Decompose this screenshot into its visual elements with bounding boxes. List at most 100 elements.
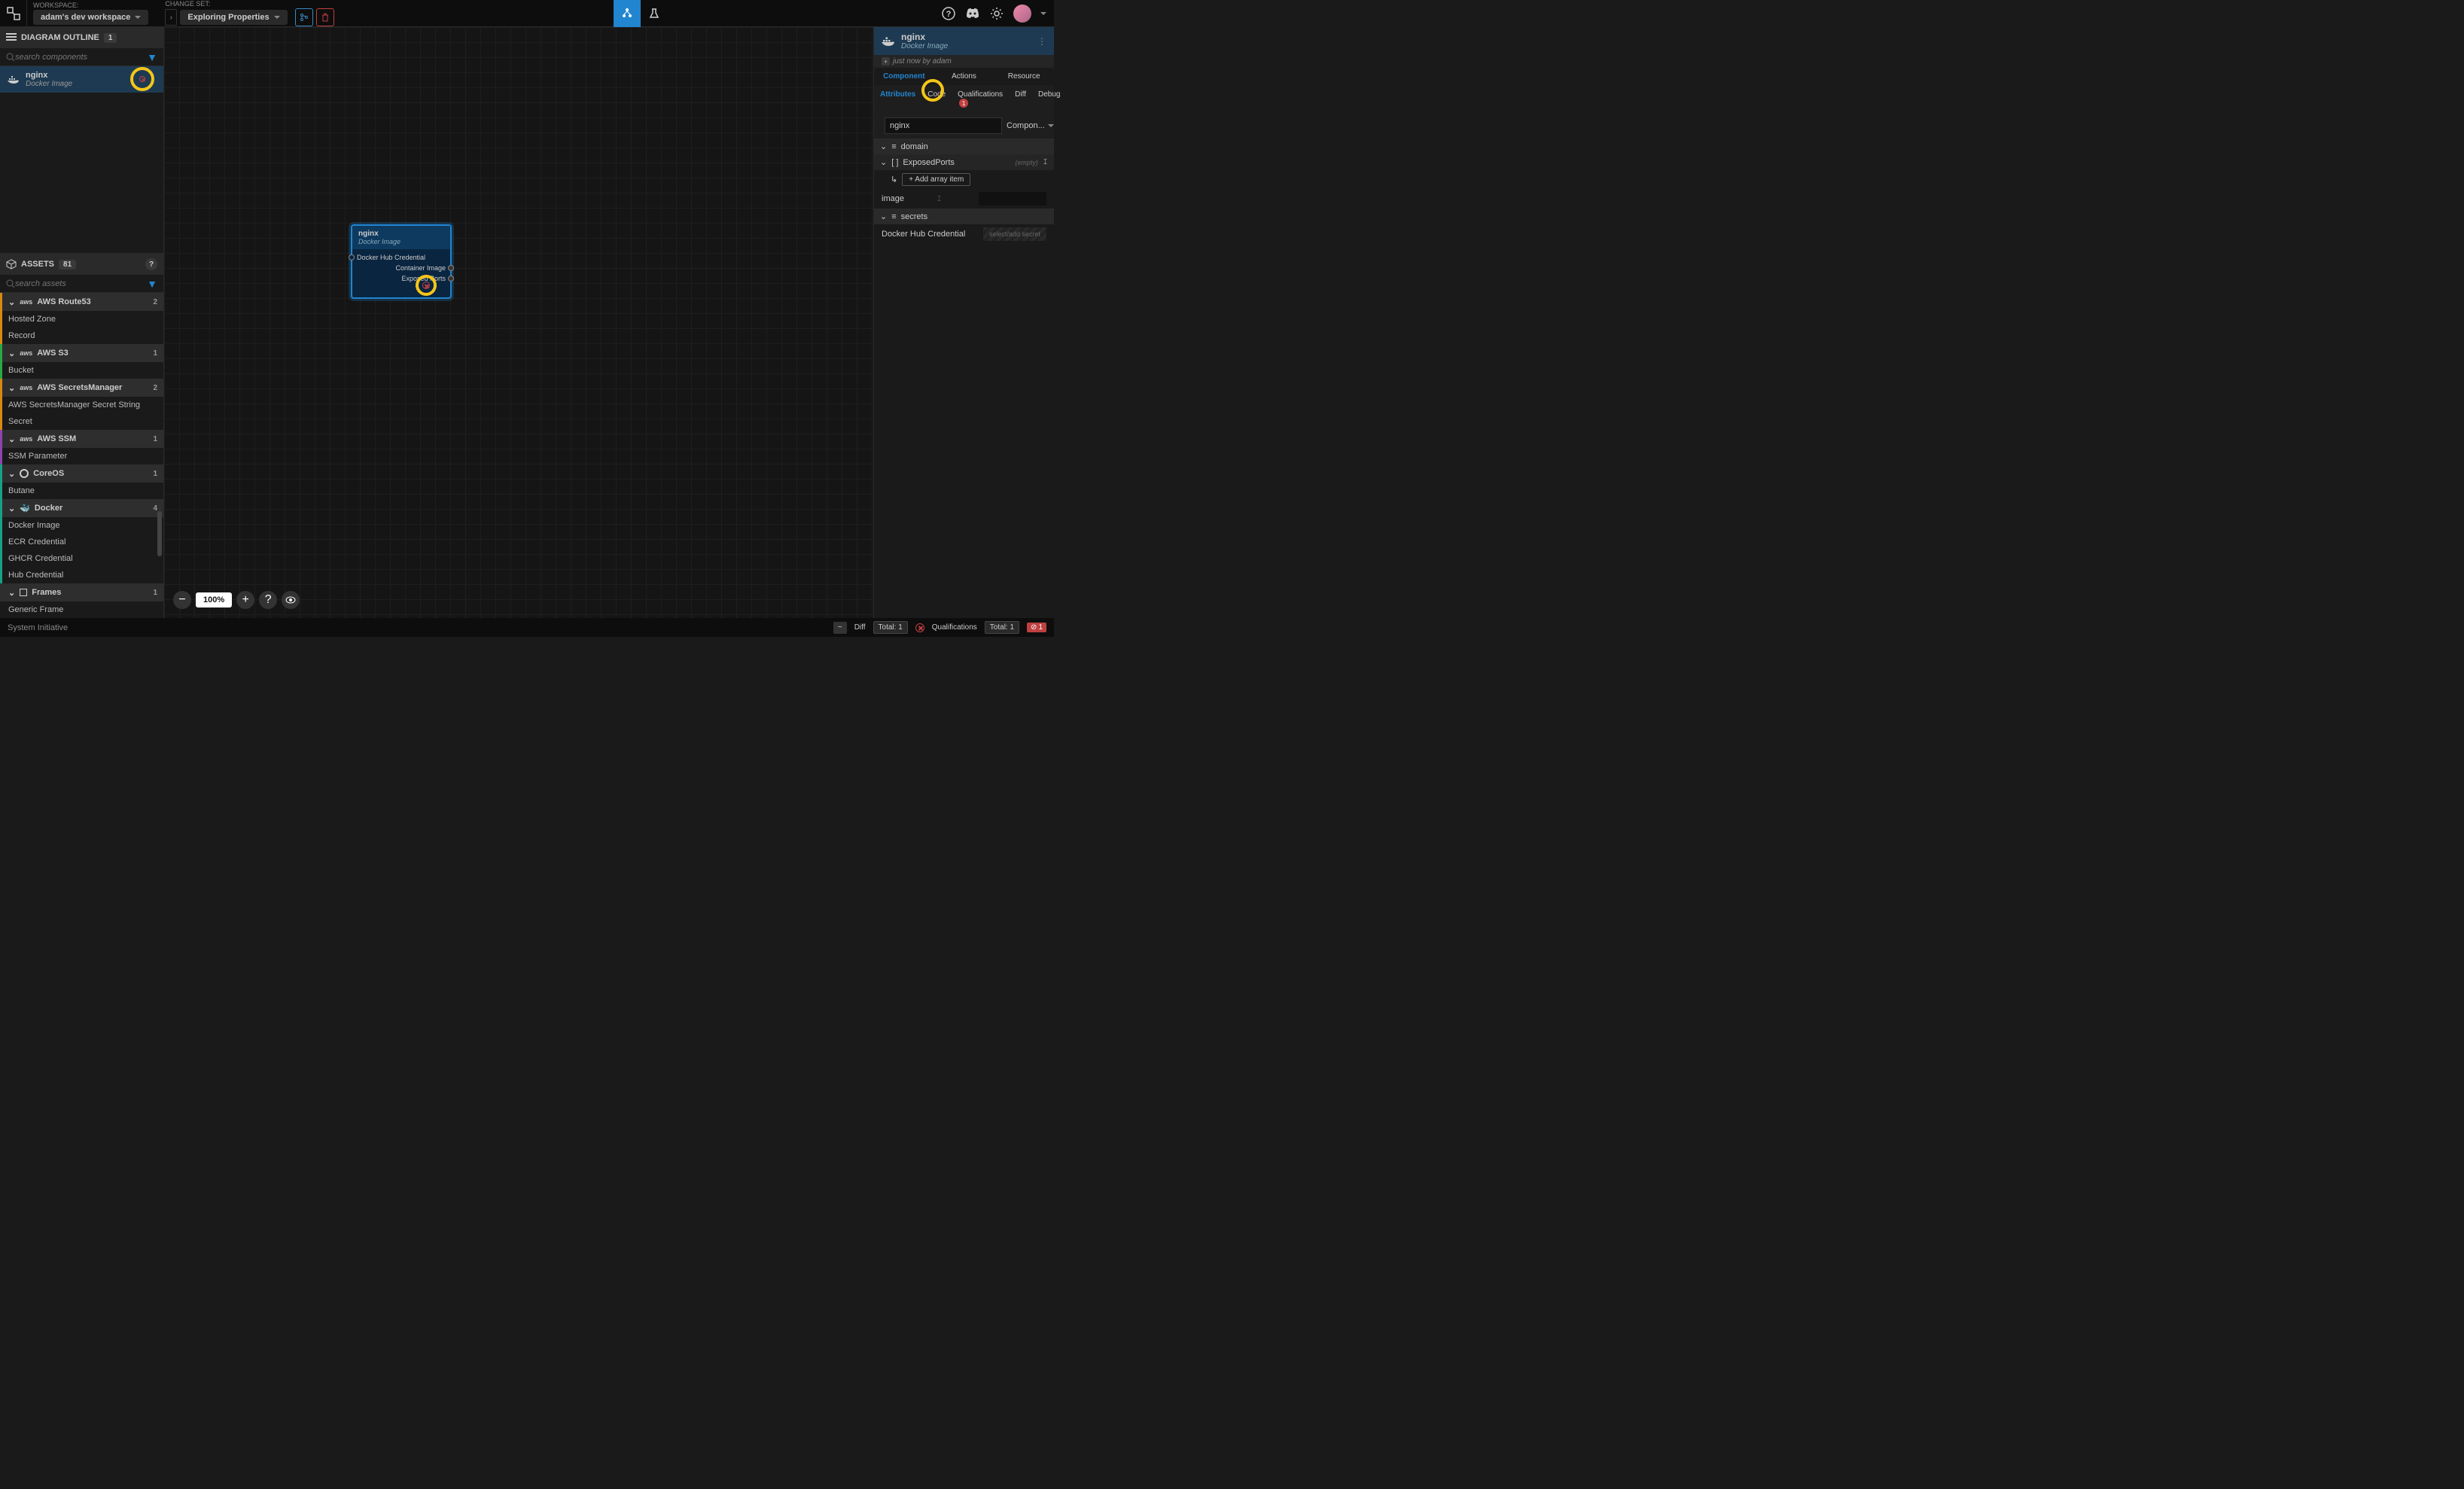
discord-icon[interactable] [965, 6, 980, 21]
component-menu[interactable]: ⋮ [1037, 36, 1046, 47]
top-right: ? [941, 5, 1054, 23]
workspace-group: WORKSPACE: adam's dev workspace [27, 0, 159, 26]
chevron-down-icon[interactable] [1040, 12, 1046, 15]
asset-item[interactable]: AWS SecretsManager Secret String [0, 397, 163, 413]
input-port[interactable] [349, 254, 355, 260]
output-port[interactable] [448, 265, 454, 271]
asset-category[interactable]: ⌄ CoreOS1 [0, 464, 163, 483]
zoom-view-button[interactable] [282, 591, 300, 609]
tilde-icon[interactable]: ~ [833, 622, 847, 634]
image-input[interactable] [979, 192, 1046, 206]
asset-item[interactable]: SSM Parameter [0, 448, 163, 464]
asset-category[interactable]: ⌄ aws AWS SecretsManager2 [0, 379, 163, 397]
exposed-ports-header[interactable]: ⌄ [ ] ExposedPorts (empty) 𝙸 [874, 154, 1054, 170]
chevron-down-icon: ⌄ [8, 469, 15, 479]
zoom-help-button[interactable]: ? [259, 591, 277, 609]
tab-resource[interactable]: Resource [994, 68, 1054, 85]
chevron-down-icon: ⌄ [8, 588, 15, 598]
assets-header: ASSETS 81 ? [0, 254, 163, 275]
edit-icon[interactable]: 𝙸 [1043, 158, 1048, 166]
output-port[interactable] [448, 276, 454, 282]
asset-item[interactable]: ECR Credential [0, 534, 163, 550]
add-array-item-button[interactable]: + Add array item [902, 173, 970, 186]
asset-item[interactable]: Bucket [0, 362, 163, 379]
assets-search-input[interactable] [15, 279, 147, 288]
zoom-in-button[interactable]: + [236, 591, 254, 609]
chevron-down-icon [135, 16, 141, 19]
type-select[interactable]: Compon... [1007, 121, 1054, 130]
gear-icon[interactable] [989, 6, 1004, 21]
secrets-header[interactable]: ⌄ ≡ secrets [874, 209, 1054, 224]
changeset-select[interactable]: Exploring Properties [180, 10, 287, 25]
secret-input[interactable]: select/add secret [983, 227, 1046, 241]
component-header: nginx Docker Image ⋮ [874, 27, 1054, 55]
chevron-down-icon: ⌄ [8, 383, 15, 393]
outline-item-nginx[interactable]: nginx Docker Image [0, 66, 163, 93]
changeset-prev[interactable]: › [165, 9, 177, 26]
list-icon: ≡ [891, 142, 896, 151]
component-name: nginx [901, 32, 948, 42]
chevron-down-icon [274, 16, 280, 19]
lab-mode-tab[interactable] [641, 0, 668, 27]
asset-category[interactable]: ⌄ aws AWS SSM1 [0, 430, 163, 448]
subtab-diff[interactable]: Diff [1009, 88, 1032, 110]
merge-button[interactable] [295, 8, 313, 26]
changeset-label: CHANGE SET: [165, 0, 334, 8]
asset-item[interactable]: Record [0, 327, 163, 344]
footer-error-badge[interactable]: ⊘1 [1027, 623, 1046, 632]
asset-item[interactable]: GHCR Credential [0, 550, 163, 567]
subtab-qualifications[interactable]: Qualifications1 [952, 88, 1009, 110]
node-output-row: Container Image [352, 263, 450, 273]
node-name: nginx [358, 230, 444, 238]
asset-category[interactable]: ⌄ aws AWS Route532 [0, 293, 163, 311]
asset-category[interactable]: ⌄ 🐳 Docker4 [0, 499, 163, 517]
workspace-label: WORKSPACE: [33, 2, 153, 9]
footer-diff-label[interactable]: Diff [854, 623, 866, 632]
footer-qualifications-label[interactable]: Qualifications [932, 623, 977, 632]
help-icon[interactable]: ? [941, 6, 956, 21]
asset-category-name: Docker [35, 504, 62, 513]
domain-label: domain [901, 142, 928, 151]
asset-category-name: Frames [32, 588, 61, 597]
footer-err-count: 1 [1038, 623, 1043, 632]
badge: 1 [959, 99, 968, 108]
asset-item[interactable]: Butane [0, 483, 163, 499]
model-mode-tab[interactable] [614, 0, 641, 27]
delete-changeset[interactable] [316, 8, 334, 26]
scrollbar-thumb[interactable] [157, 511, 162, 556]
asset-list[interactable]: ⌄ aws AWS Route532Hosted ZoneRecord⌄ aws… [0, 293, 163, 618]
asset-category[interactable]: ⌄ Frames1 [0, 583, 163, 601]
workspace-select[interactable]: adam's dev workspace [33, 10, 148, 25]
docker-hub-cred-row: Docker Hub Credential select/add secret [874, 224, 1054, 244]
asset-category[interactable]: ⌄ aws AWS S31 [0, 344, 163, 362]
user-avatar[interactable] [1013, 5, 1031, 23]
right-panel: nginx Docker Image ⋮ + just now by adam … [873, 27, 1054, 618]
subtab-debug[interactable]: Debug [1032, 88, 1066, 110]
app-logo[interactable] [0, 0, 27, 27]
name-input[interactable] [885, 117, 1002, 134]
svg-text:?: ? [946, 10, 952, 19]
node-body: Docker Hub Credential Container Image Ex… [352, 249, 450, 297]
asset-item[interactable]: Hosted Zone [0, 311, 163, 327]
filter-icon[interactable]: ▼ [147, 51, 157, 63]
assets-help-icon[interactable]: ? [145, 258, 157, 270]
asset-item[interactable]: Hub Credential [0, 567, 163, 583]
asset-item[interactable]: Docker Image [0, 517, 163, 534]
assets-panel: ASSETS 81 ? ▼ ⌄ aws AWS Route532Hosted Z… [0, 253, 163, 618]
asset-category-count: 2 [153, 298, 157, 306]
asset-category-name: AWS SSM [37, 434, 76, 443]
chevron-down-icon: ⌄ [880, 157, 887, 167]
chevron-down-icon: ⌄ [880, 142, 887, 151]
assets-count: 81 [59, 260, 76, 269]
canvas[interactable]: nginx Docker Image Docker Hub Credential… [164, 27, 873, 618]
node-nginx[interactable]: nginx Docker Image Docker Hub Credential… [351, 224, 452, 299]
asset-item[interactable]: Secret [0, 413, 163, 430]
subtab-attributes[interactable]: Attributes [874, 88, 921, 110]
changeset-value: Exploring Properties [187, 13, 269, 22]
tab-actions[interactable]: Actions [934, 68, 994, 85]
filter-icon[interactable]: ▼ [147, 278, 157, 290]
outline-search-input[interactable] [15, 53, 147, 62]
domain-header[interactable]: ⌄ ≡ domain [874, 139, 1054, 154]
zoom-out-button[interactable]: − [173, 591, 191, 609]
asset-item[interactable]: Generic Frame [0, 601, 163, 618]
